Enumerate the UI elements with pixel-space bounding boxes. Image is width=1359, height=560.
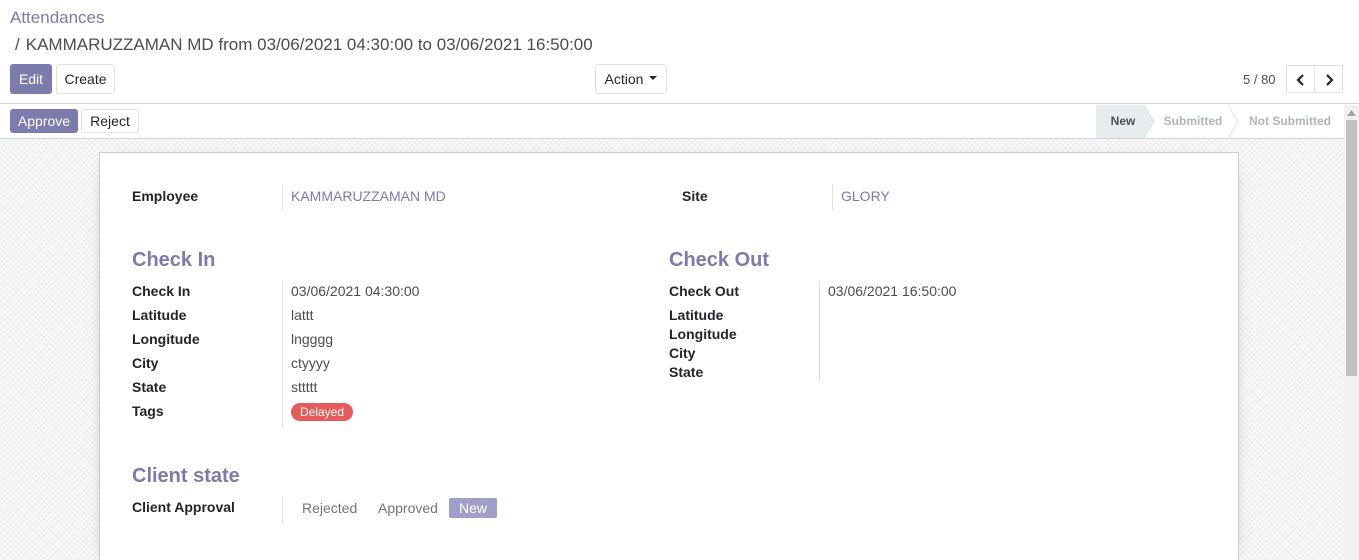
client-approval-option-new[interactable]: New (449, 498, 498, 518)
check-in-group-title: Check In (132, 249, 216, 271)
breadcrumb-current-title: KAMMARUZZAMAN MD from 03/06/2021 04:30:0… (25, 35, 593, 54)
field-divider (282, 185, 283, 210)
tag-delayed-badge[interactable]: Delayed (291, 403, 354, 421)
site-value-link[interactable]: GLORY (841, 188, 890, 204)
action-dropdown-button[interactable]: Action (595, 64, 667, 94)
site-label: Site (682, 188, 708, 204)
check-out-city-label: City (669, 345, 696, 361)
stage-arrow-icon (1144, 105, 1155, 138)
client-approval-label: Client Approval (132, 499, 235, 515)
check-in-latitude-label: Latitude (132, 307, 187, 323)
check-out-longitude-label: Longitude (669, 326, 737, 342)
field-divider (819, 281, 820, 381)
check-in-value[interactable]: 03/06/2021 04:30:00 (291, 283, 419, 299)
chevron-left-icon (1296, 74, 1304, 86)
chevron-right-icon (1326, 74, 1334, 86)
client-approval-option-approved[interactable]: Approved (378, 500, 438, 516)
statusbar: Approve Reject New Submitted Not Submitt… (0, 105, 1359, 139)
approve-button[interactable]: Approve (10, 109, 78, 133)
field-divider (282, 281, 283, 428)
field-divider (282, 496, 283, 524)
scroll-up-arrow-icon[interactable] (1347, 110, 1356, 116)
check-in-state-label: State (132, 379, 167, 395)
form-sheet: Employee KAMMARUZZAMAN MD Site GLORY Che… (99, 152, 1239, 560)
check-in-longitude-value[interactable]: lngggg (291, 331, 333, 347)
scrollbar-thumb[interactable] (1346, 120, 1357, 376)
field-divider (832, 185, 833, 210)
breadcrumb-separator: / (15, 35, 20, 54)
pager-previous-button[interactable] (1286, 65, 1315, 93)
check-out-group-title: Check Out (669, 249, 770, 271)
stage-new[interactable]: New (1096, 105, 1144, 138)
stage-submitted[interactable]: Submitted (1160, 105, 1226, 138)
check-in-label: Check In (132, 283, 191, 299)
employee-label: Employee (132, 188, 199, 204)
create-button[interactable]: Create (56, 64, 115, 94)
check-out-label: Check Out (669, 283, 740, 299)
stage-arrow-icon (1228, 105, 1239, 138)
pager-value[interactable]: 5 / 80 (1243, 72, 1276, 87)
check-in-latitude-value[interactable]: lattt (291, 307, 314, 323)
breadcrumb-current-record: / KAMMARUZZAMAN MD from 03/06/2021 04:30:… (15, 35, 615, 55)
caret-down-icon (649, 76, 658, 81)
check-in-city-label: City (132, 355, 159, 371)
action-label: Action (604, 71, 644, 87)
check-out-value[interactable]: 03/06/2021 16:50:00 (828, 283, 956, 299)
stage-not-submitted[interactable]: Not Submitted (1244, 105, 1336, 138)
tags-label: Tags (132, 403, 164, 419)
check-out-latitude-label: Latitude (669, 307, 724, 323)
check-out-state-label: State (669, 364, 704, 380)
control-panel: Attendances / KAMMARUZZAMAN MD from 03/06… (0, 0, 1359, 104)
employee-value-link[interactable]: KAMMARUZZAMAN MD (291, 188, 446, 204)
check-in-state-value[interactable]: sttttt (291, 379, 317, 395)
edit-button[interactable]: Edit (10, 64, 52, 94)
check-in-longitude-label: Longitude (132, 331, 200, 347)
check-in-city-value[interactable]: ctyyyy (291, 355, 330, 371)
client-state-group-title: Client state (132, 465, 240, 487)
reject-button[interactable]: Reject (81, 109, 139, 133)
client-approval-option-rejected[interactable]: Rejected (302, 500, 357, 516)
breadcrumb-attendances-link[interactable]: Attendances (10, 8, 105, 28)
pager-next-button[interactable] (1314, 65, 1343, 93)
